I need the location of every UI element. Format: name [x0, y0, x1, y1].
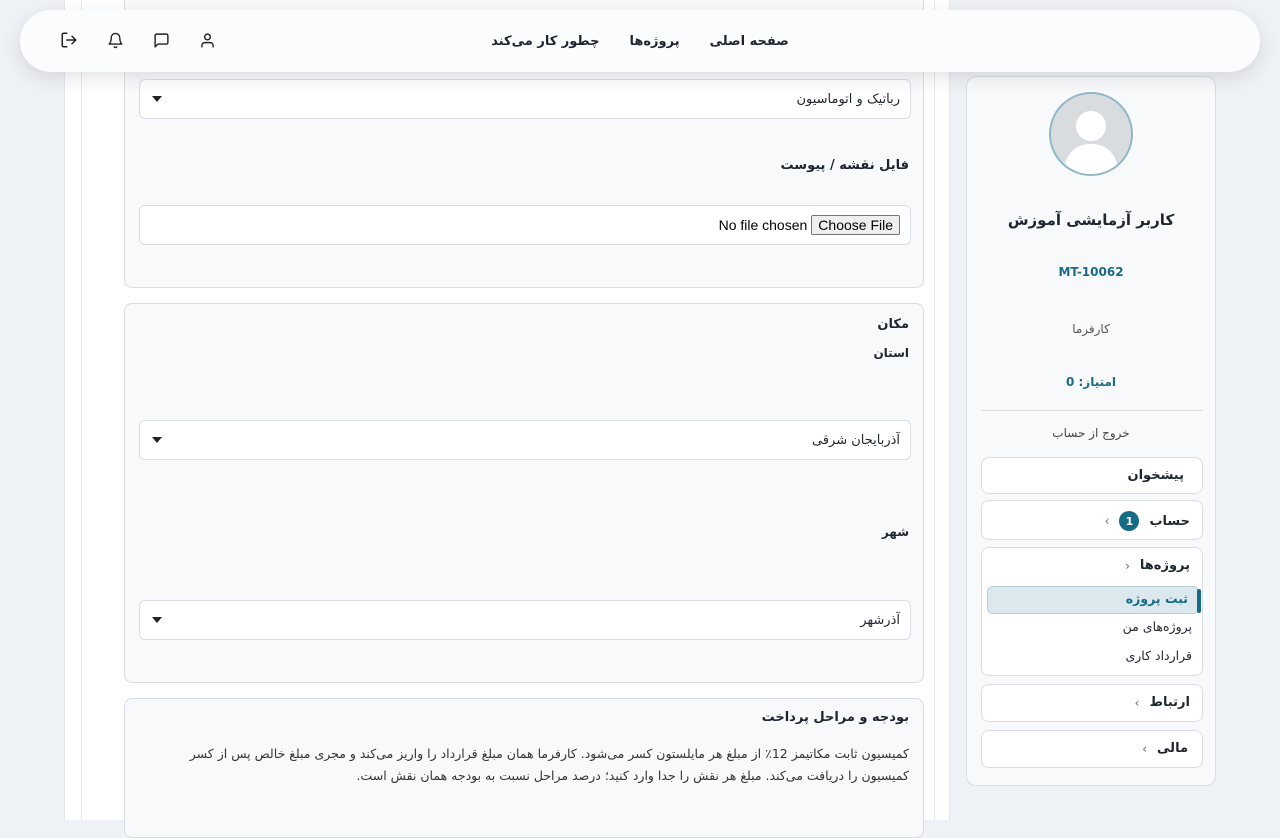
budget-card: بودجه و مراحل پرداخت کمیسیون ثابت مکاتیم… [124, 698, 924, 838]
file-input[interactable]: No file chosen Choose File [139, 205, 911, 245]
user-name: کاربر آزمایشی آموزش [1007, 211, 1175, 229]
sidebar-item-communication[interactable]: ارتباط › [981, 684, 1203, 722]
budget-title: بودجه و مراحل پرداخت [761, 710, 909, 725]
file-status: No file chosen [718, 217, 808, 233]
user-icon[interactable] [196, 29, 218, 51]
caret-down-icon [152, 96, 162, 102]
sidebar-item-label: حساب [1149, 513, 1190, 529]
sidebar-group-projects: پروژه‌ها ‹ ثبت پروژه پروژه‌های من قراردا… [981, 547, 1203, 676]
notification-badge: 1 [1119, 511, 1140, 531]
nav-link-how-it-works[interactable]: چطور کار می‌کند [491, 34, 599, 49]
sidebar-item-account[interactable]: حساب 1 › [981, 500, 1203, 540]
chevron-down-icon: ‹ [1125, 558, 1130, 573]
category-select-value: رباتیک و اتوماسیون [796, 91, 900, 107]
sidebar-item-label: مالی [1157, 741, 1188, 756]
sidebar-item-label: پروژه‌ها [1139, 558, 1190, 573]
city-select-value: آذرشهر [860, 612, 900, 628]
chevron-left-icon: › [1104, 514, 1110, 528]
nav-icons [58, 29, 218, 51]
user-code: MT-10062 [1058, 265, 1124, 279]
chevron-left-icon: › [1134, 695, 1140, 710]
sidebar-item-label: ارتباط [1149, 695, 1190, 710]
location-title: مکان [877, 317, 909, 332]
divider [981, 410, 1203, 411]
budget-description: کمیسیون ثابت مکاتیمز 12٪ از مبلغ هر مایل… [189, 746, 909, 783]
province-select-value: آذربایجان شرقی [811, 432, 900, 448]
category-select[interactable]: رباتیک و اتوماسیون [139, 79, 911, 119]
profile-sidebar: کاربر آزمایشی آموزش MT-10062 کارفرما امت… [966, 76, 1216, 786]
logout-icon[interactable] [58, 29, 80, 51]
user-role: کارفرما [1072, 322, 1110, 336]
caret-down-icon [152, 617, 162, 623]
attachment-label: فایل نقشه / پیوست [780, 158, 909, 173]
chevron-left-icon: › [1142, 741, 1148, 756]
city-label: شهر [881, 525, 909, 539]
nav-link-home[interactable]: صفحه اصلی [710, 34, 789, 49]
location-card: مکان استان آذربایجان شرقی شهر آذرشهر [124, 303, 924, 683]
user-placeholder-icon [1051, 94, 1131, 174]
province-label: استان [873, 346, 909, 360]
choose-file-button[interactable]: Choose File [811, 215, 900, 235]
sidebar-item-finance[interactable]: مالی › [981, 730, 1203, 768]
caret-down-icon [152, 437, 162, 443]
main-inner: رباتیک و اتوماسیون فایل نقشه / پیوست No … [81, 0, 935, 838]
logout-link[interactable]: خروج از حساب [967, 426, 1215, 440]
nav-link-projects[interactable]: پروژه‌ها [629, 34, 679, 49]
sidebar-subitem-contracts[interactable]: قرارداد کاری [1125, 648, 1192, 663]
avatar [1049, 92, 1133, 176]
city-select[interactable]: آذرشهر [139, 600, 911, 640]
user-score: امتیاز: 0 [1065, 375, 1117, 389]
top-navbar: صفحه اصلی پروژه‌ها چطور کار می‌کند [20, 10, 1260, 72]
sidebar-item-dashboard[interactable]: پیشخوان [981, 457, 1203, 494]
sidebar-item-projects[interactable]: پروژه‌ها ‹ [1125, 558, 1190, 573]
sidebar-subitem-my-projects[interactable]: پروژه‌های من [1123, 619, 1192, 634]
province-select[interactable]: آذربایجان شرقی [139, 420, 911, 460]
message-icon[interactable] [150, 29, 172, 51]
bell-icon[interactable] [104, 29, 126, 51]
sidebar-subitem-new-project[interactable]: ثبت پروژه [1126, 591, 1188, 606]
main-column: رباتیک و اتوماسیون فایل نقشه / پیوست No … [64, 0, 950, 838]
sidebar-item-label: پیشخوان [1127, 468, 1185, 483]
